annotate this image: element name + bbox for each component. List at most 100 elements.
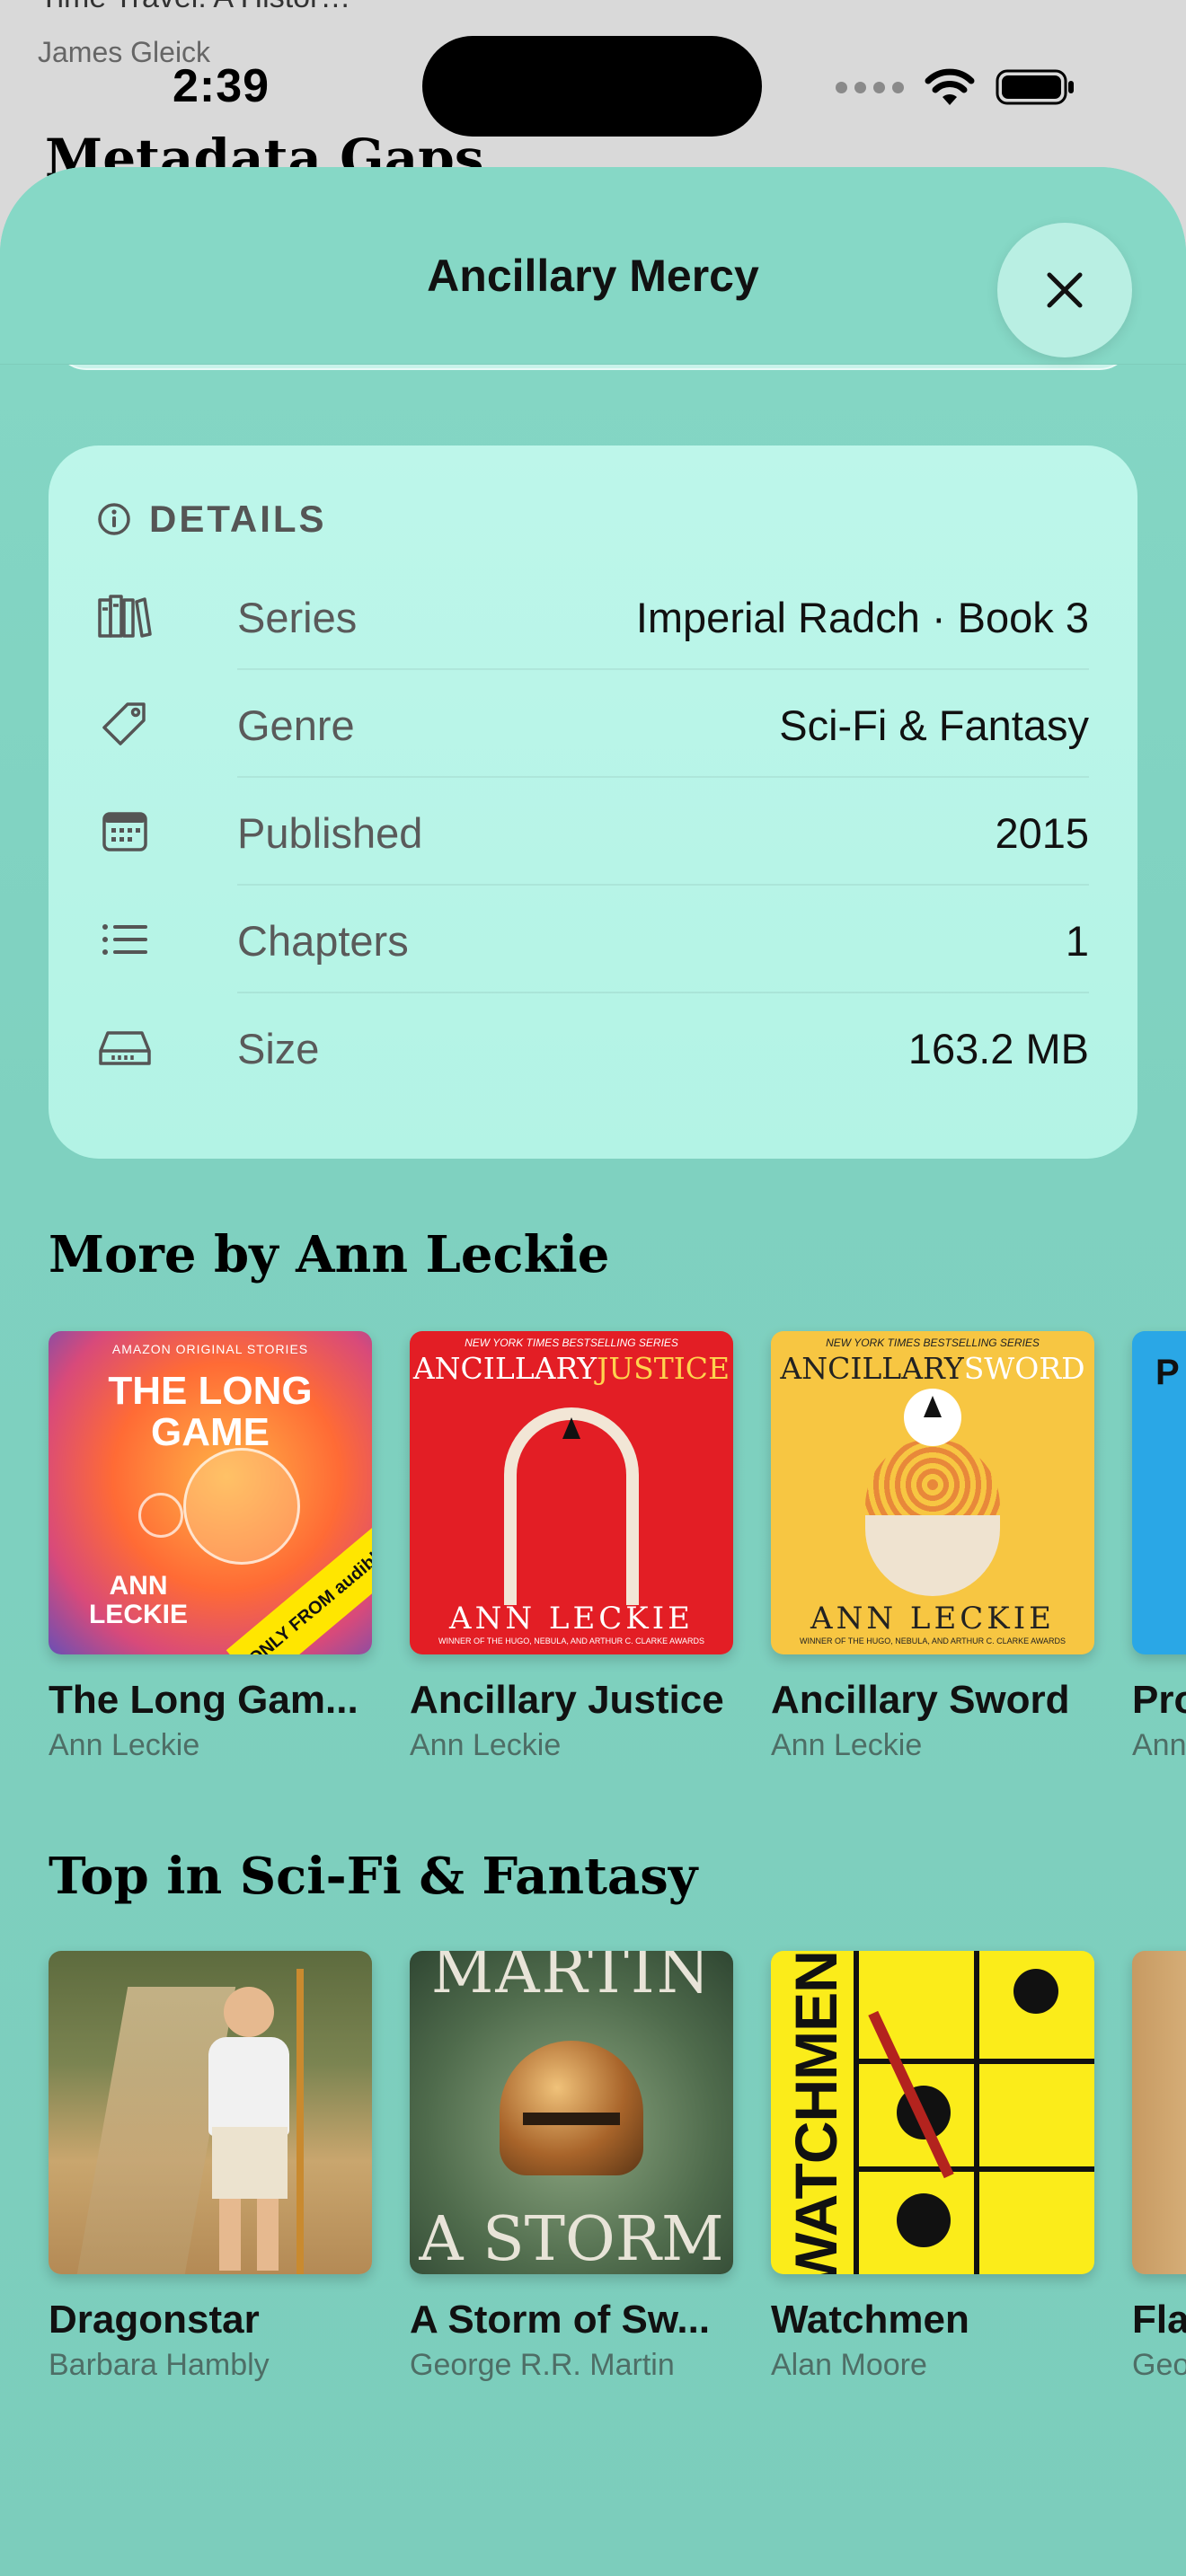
book-cover: MARTIN A STORM <box>410 1951 733 2274</box>
cover-author: ANN LECKIE <box>88 1571 188 1629</box>
book-title: The Long Gam... <box>49 1678 358 1722</box>
cover-title: ANCILLARY <box>412 1351 597 1386</box>
cover-author: ANN LECKIE <box>449 1601 694 1636</box>
info-icon <box>98 503 130 535</box>
cover-banner: AMAZON ORIGINAL STORIES <box>111 1342 309 1356</box>
detail-label: Genre <box>237 701 355 749</box>
list-icon <box>97 916 153 963</box>
cover-title: THE LONG GAME <box>108 1369 313 1455</box>
cover-helm <box>500 2041 643 2175</box>
book-author: Geo <box>1132 2348 1186 2382</box>
book-title: Fla <box>1132 2298 1186 2342</box>
book-author: Ann Leckie <box>410 1728 562 1762</box>
cover-skull <box>1013 1969 1058 2014</box>
wifi-icon <box>925 68 975 105</box>
book-detail-sheet: Ancillary Mercy DETAILS Series Imperial … <box>0 167 1186 2576</box>
detail-value: Sci-Fi & Fantasy <box>779 701 1089 749</box>
book-card[interactable]: NEW YORK TIMES BESTSELLING SERIES ANCILL… <box>410 1331 733 1763</box>
more-by-shelf: AMAZON ORIGINAL STORIES THE LONG GAME AN… <box>49 1331 1186 1763</box>
details-card: DETAILS Series Imperial Radch · Book 3 G… <box>49 446 1137 1159</box>
book-title: A Storm of Sw... <box>410 2298 711 2342</box>
detail-value: Imperial Radch · Book 3 <box>635 594 1089 641</box>
detail-label: Published <box>237 809 423 857</box>
cover-author: MARTIN <box>430 1951 712 2007</box>
detail-row-series: Series Imperial Radch · Book 3 <box>97 562 1137 670</box>
book-cover: P <box>1132 1331 1186 1654</box>
detail-label: Size <box>237 1025 320 1072</box>
book-card[interactable]: NEW YORK TIMES BESTSELLING SERIES ANCILL… <box>771 1331 1094 1763</box>
cover-staff <box>296 1969 304 2274</box>
background-book-title: Time Travel: A Histor… <box>40 0 350 15</box>
status-time: 2:39 <box>173 60 270 112</box>
close-icon <box>1047 272 1083 308</box>
detail-row-published: Published 2015 <box>97 778 1137 886</box>
book-author: Barbara Hambly <box>49 2348 270 2382</box>
book-title: Ancillary Justice <box>410 1678 724 1722</box>
sheet-header: Ancillary Mercy <box>0 167 1186 365</box>
cover-person-leg <box>257 2199 279 2271</box>
book-author: Alan Moore <box>771 2348 927 2382</box>
cover-banner: NEW YORK TIMES BESTSELLING SERIES <box>826 1337 1040 1349</box>
book-title: Watchmen <box>771 2298 969 2342</box>
cover-title: WATCHMEN <box>783 1951 849 2274</box>
cover-person-head <box>224 1987 274 2037</box>
calendar-icon <box>97 808 153 855</box>
cover-panel-line <box>974 1951 979 2274</box>
cover-ship <box>562 1417 580 1439</box>
cover-panel-line <box>854 1951 859 2274</box>
book-title: Ancillary Sword <box>771 1678 1070 1722</box>
drive-icon <box>97 1024 153 1071</box>
book-card[interactable]: P Pro Ann <box>1132 1331 1186 1763</box>
book-cover <box>49 1951 372 2274</box>
battery-icon <box>996 69 1074 105</box>
cover-bubble <box>138 1493 183 1538</box>
book-card[interactable]: Fla Geo <box>1132 1951 1186 2383</box>
cover-title: P <box>1155 1353 1180 1392</box>
cover-title: A STORM <box>419 2204 724 2274</box>
book-cover: WATCHMEN <box>771 1951 1094 2274</box>
cover-bubble <box>183 1448 300 1565</box>
detail-row-chapters: Chapters 1 <box>97 886 1137 993</box>
details-header-label: DETAILS <box>149 498 327 540</box>
details-header: DETAILS <box>97 498 327 541</box>
book-author: Ann Leckie <box>49 1728 200 1762</box>
cellular-signal-icon <box>836 81 904 93</box>
detail-row-size: Size 163.2 MB <box>97 993 1137 1101</box>
cover-ship <box>924 1396 942 1417</box>
book-card[interactable]: WATCHMEN Watchmen Alan Moore <box>771 1951 1094 2383</box>
cover-person-leg <box>219 2199 241 2271</box>
book-cover: AMAZON ORIGINAL STORIES THE LONG GAME AN… <box>49 1331 372 1654</box>
cover-title: ANCILLARY <box>780 1351 964 1386</box>
detail-value: 1 <box>1065 917 1089 965</box>
dynamic-island <box>422 36 762 137</box>
cover-person-shorts <box>212 2127 288 2199</box>
detail-value: 2015 <box>995 809 1089 857</box>
cover-radiation <box>897 2193 951 2247</box>
book-card[interactable]: MARTIN A STORM A Storm of Sw... George R… <box>410 1951 733 2383</box>
cover-title-accent: SWORD <box>963 1351 1085 1386</box>
close-button[interactable] <box>997 223 1132 357</box>
status-icons <box>836 65 1076 110</box>
cover-helm-visor <box>523 2113 620 2125</box>
book-cover: NEW YORK TIMES BESTSELLING SERIES ANCILL… <box>771 1331 1094 1654</box>
cover-base <box>865 1515 1000 1596</box>
cover-author: ANN LECKIE <box>810 1601 1055 1636</box>
cover-footer: WINNER OF THE HUGO, NEBULA, AND ARTHUR C… <box>438 1636 705 1645</box>
book-title: Dragonstar <box>49 2298 260 2342</box>
cover-title-accent: JUSTICE <box>597 1351 730 1386</box>
top-in-shelf: Dragonstar Barbara Hambly MARTIN A STORM… <box>49 1951 1186 2383</box>
tag-icon <box>97 701 153 747</box>
more-by-section-title[interactable]: More by Ann Leckie <box>49 1225 609 1284</box>
book-card[interactable]: AMAZON ORIGINAL STORIES THE LONG GAME AN… <box>49 1331 372 1763</box>
book-title: Pro <box>1132 1678 1186 1722</box>
cover-footer: WINNER OF THE HUGO, NEBULA, AND ARTHUR C… <box>799 1636 1067 1645</box>
book-cover: NEW YORK TIMES BESTSELLING SERIES ANCILL… <box>410 1331 733 1654</box>
book-author: George R.R. Martin <box>410 2348 675 2382</box>
top-in-section-title[interactable]: Top in Sci-Fi & Fantasy <box>49 1847 697 1906</box>
book-cover <box>1132 1951 1186 2274</box>
book-card[interactable]: Dragonstar Barbara Hambly <box>49 1951 372 2383</box>
cover-person-shirt <box>208 2037 289 2136</box>
cover-panel-line <box>854 2166 1094 2172</box>
detail-value: 163.2 MB <box>907 1025 1089 1072</box>
cover-banner: NEW YORK TIMES BESTSELLING SERIES <box>465 1337 678 1349</box>
